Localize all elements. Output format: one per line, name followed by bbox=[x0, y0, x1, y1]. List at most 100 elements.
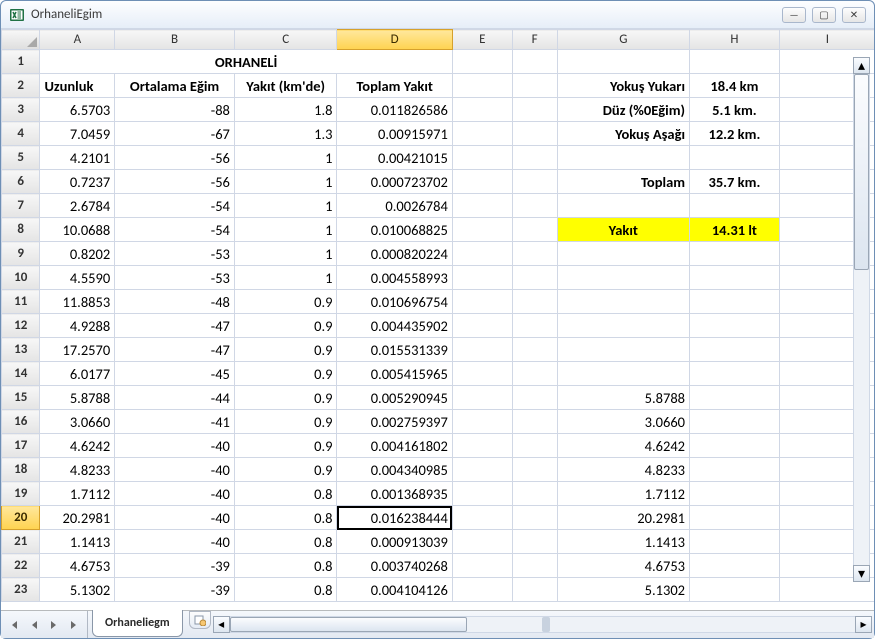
cell-F2[interactable] bbox=[512, 74, 557, 98]
cell-G11[interactable] bbox=[557, 290, 689, 314]
cell-A23[interactable]: 5.1302 bbox=[40, 578, 115, 602]
tab-last-button[interactable] bbox=[65, 616, 83, 634]
cell-G22[interactable]: 4.6753 bbox=[557, 554, 689, 578]
cell-D13[interactable]: 0.015531339 bbox=[337, 338, 452, 362]
minimize-button[interactable]: — bbox=[782, 7, 806, 23]
sheet-area[interactable]: A B C D E F G H I 1ORHANELİ2UzunlukOrtal… bbox=[1, 29, 874, 610]
cell-D18[interactable]: 0.004340985 bbox=[337, 458, 452, 482]
row-header-10[interactable]: 10 bbox=[2, 266, 40, 290]
header-toplam-yakit[interactable]: Toplam Yakıt bbox=[337, 74, 452, 98]
cell-D21[interactable]: 0.000913039 bbox=[337, 530, 452, 554]
cell-A17[interactable]: 4.6242 bbox=[40, 434, 115, 458]
col-header-C[interactable]: C bbox=[234, 30, 337, 50]
row-header-4[interactable]: 4 bbox=[2, 122, 40, 146]
cell-C15[interactable]: 0.9 bbox=[234, 386, 337, 410]
col-header-A[interactable]: A bbox=[40, 30, 115, 50]
cell-F13[interactable] bbox=[512, 338, 557, 362]
cell-A18[interactable]: 4.8233 bbox=[40, 458, 115, 482]
cell-F11[interactable] bbox=[512, 290, 557, 314]
cell-C22[interactable]: 0.8 bbox=[234, 554, 337, 578]
cell-H10[interactable] bbox=[690, 266, 780, 290]
cell-H18[interactable] bbox=[690, 458, 780, 482]
row-header-8[interactable]: 8 bbox=[2, 218, 40, 242]
cell-G20[interactable]: 20.2981 bbox=[557, 506, 689, 530]
cell-D12[interactable]: 0.004435902 bbox=[337, 314, 452, 338]
empty-cell[interactable] bbox=[557, 50, 689, 74]
cell-D9[interactable]: 0.000820224 bbox=[337, 242, 452, 266]
row-header-13[interactable]: 13 bbox=[2, 338, 40, 362]
col-header-E[interactable]: E bbox=[452, 30, 512, 50]
cell-E13[interactable] bbox=[452, 338, 512, 362]
cell-F19[interactable] bbox=[512, 482, 557, 506]
sheet-tab[interactable]: Orhaneliegm bbox=[92, 610, 183, 637]
cell-H11[interactable] bbox=[690, 290, 780, 314]
cell-G17[interactable]: 4.6242 bbox=[557, 434, 689, 458]
scroll-split-marker[interactable] bbox=[542, 617, 550, 632]
cell-C10[interactable]: 1 bbox=[234, 266, 337, 290]
cell-G16[interactable]: 3.0660 bbox=[557, 410, 689, 434]
summary-value-5[interactable] bbox=[690, 146, 780, 170]
cell-E23[interactable] bbox=[452, 578, 512, 602]
cell-E8[interactable] bbox=[452, 218, 512, 242]
row-header-23[interactable]: 23 bbox=[2, 578, 40, 602]
cell-C6[interactable]: 1 bbox=[234, 170, 337, 194]
cell-E22[interactable] bbox=[452, 554, 512, 578]
cell-C3[interactable]: 1.8 bbox=[234, 98, 337, 122]
cell-F3[interactable] bbox=[512, 98, 557, 122]
scroll-down-button[interactable]: ▾ bbox=[853, 565, 870, 582]
cell-A9[interactable]: 0.8202 bbox=[40, 242, 115, 266]
cell-A7[interactable]: 2.6784 bbox=[40, 194, 115, 218]
header-uzunluk[interactable]: Uzunluk bbox=[40, 74, 115, 98]
cell-E2[interactable] bbox=[452, 74, 512, 98]
cell-C5[interactable]: 1 bbox=[234, 146, 337, 170]
summary-value-7[interactable] bbox=[690, 194, 780, 218]
cell-F15[interactable] bbox=[512, 386, 557, 410]
cell-E21[interactable] bbox=[452, 530, 512, 554]
row-header-6[interactable]: 6 bbox=[2, 170, 40, 194]
row-header-2[interactable]: 2 bbox=[2, 74, 40, 98]
empty-cell[interactable] bbox=[690, 50, 780, 74]
cell-E19[interactable] bbox=[452, 482, 512, 506]
horizontal-scrollbar[interactable]: ◂ ▸ bbox=[211, 611, 874, 638]
cell-A20[interactable]: 20.2981 bbox=[40, 506, 115, 530]
cell-E7[interactable] bbox=[452, 194, 512, 218]
cell-C4[interactable]: 1.3 bbox=[234, 122, 337, 146]
row-header-20[interactable]: 20 bbox=[2, 506, 40, 530]
cell-B21[interactable]: -40 bbox=[115, 530, 235, 554]
cell-D14[interactable]: 0.005415965 bbox=[337, 362, 452, 386]
cell-H21[interactable] bbox=[690, 530, 780, 554]
cell-F20[interactable] bbox=[512, 506, 557, 530]
row-header-1[interactable]: 1 bbox=[2, 50, 40, 74]
cell-G15[interactable]: 5.8788 bbox=[557, 386, 689, 410]
cell-B3[interactable]: -88 bbox=[115, 98, 235, 122]
cell-G10[interactable] bbox=[557, 266, 689, 290]
cell-E11[interactable] bbox=[452, 290, 512, 314]
cell-B11[interactable]: -48 bbox=[115, 290, 235, 314]
cell-B17[interactable]: -40 bbox=[115, 434, 235, 458]
cell-A19[interactable]: 1.7112 bbox=[40, 482, 115, 506]
cell-B9[interactable]: -53 bbox=[115, 242, 235, 266]
summary-value-yokus-yukari[interactable]: 18.4 km bbox=[690, 74, 780, 98]
row-header-9[interactable]: 9 bbox=[2, 242, 40, 266]
summary-value-6[interactable]: 35.7 km. bbox=[690, 170, 780, 194]
cell-A14[interactable]: 6.0177 bbox=[40, 362, 115, 386]
cell-C17[interactable]: 0.9 bbox=[234, 434, 337, 458]
cell-H17[interactable] bbox=[690, 434, 780, 458]
cell-B22[interactable]: -39 bbox=[115, 554, 235, 578]
cell-H22[interactable] bbox=[690, 554, 780, 578]
cell-B19[interactable]: -40 bbox=[115, 482, 235, 506]
header-yakit-km[interactable]: Yakıt (km'de) bbox=[234, 74, 337, 98]
empty-cell[interactable] bbox=[512, 50, 557, 74]
col-header-F[interactable]: F bbox=[512, 30, 557, 50]
cell-G23[interactable]: 5.1302 bbox=[557, 578, 689, 602]
insert-sheet-button[interactable] bbox=[189, 611, 211, 629]
summary-label-8[interactable]: Yakıt bbox=[557, 218, 689, 242]
cell-A10[interactable]: 4.5590 bbox=[40, 266, 115, 290]
cell-E16[interactable] bbox=[452, 410, 512, 434]
cell-D5[interactable]: 0.00421015 bbox=[337, 146, 452, 170]
close-button[interactable]: ✕ bbox=[842, 7, 866, 23]
cell-H19[interactable] bbox=[690, 482, 780, 506]
cell-F21[interactable] bbox=[512, 530, 557, 554]
cell-G18[interactable]: 4.8233 bbox=[557, 458, 689, 482]
cell-C18[interactable]: 0.9 bbox=[234, 458, 337, 482]
